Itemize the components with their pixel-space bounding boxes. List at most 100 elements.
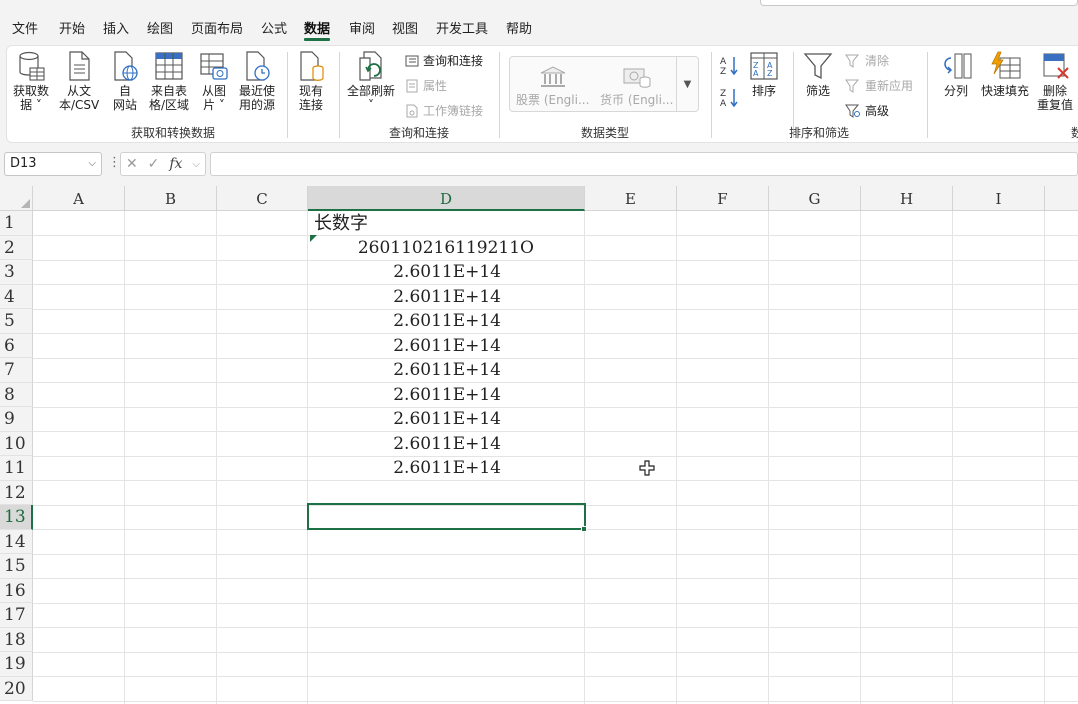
cell-d9[interactable]: 2.6011E+14 <box>308 407 501 431</box>
cell-d8[interactable]: 2.6011E+14 <box>308 383 501 407</box>
tab-insert[interactable]: 插入 <box>103 18 129 37</box>
insert-function-button[interactable]: fx <box>169 156 182 172</box>
data-types-more-button[interactable]: ▼ <box>676 57 698 111</box>
queries-connections-label: 查询和连接 <box>423 54 484 68</box>
formula-input[interactable] <box>210 152 1078 176</box>
worksheet-grid[interactable]: A B C D E F G H I 1 2 3 4 5 6 7 8 9 10 1… <box>0 186 1078 704</box>
advanced-filter-button[interactable]: 高级 <box>845 102 889 119</box>
existing-connections-button[interactable]: 现有 连接 <box>297 50 325 112</box>
refresh-all-button[interactable]: 全部刷新 ˅ <box>347 50 395 112</box>
column-header-b[interactable]: B <box>125 186 217 211</box>
flash-fill-label: 快速填充 <box>981 84 1030 98</box>
reapply-label: 重新应用 <box>865 79 914 93</box>
from-text-csv-button[interactable]: 从文 本/CSV <box>59 50 99 112</box>
from-table-label-2: 格/区域 <box>149 98 190 112</box>
row-header-6[interactable]: 6 <box>0 333 33 358</box>
row-header-19[interactable]: 19 <box>0 652 33 677</box>
chevron-down-icon[interactable]: ⌵ <box>88 153 96 175</box>
column-header-e[interactable]: E <box>585 186 677 211</box>
flash-fill-button[interactable]: 快速填充 <box>981 50 1029 98</box>
cell-d11[interactable]: 2.6011E+14 <box>308 456 501 480</box>
remove-duplicates-button[interactable]: 删除 重复值 <box>1037 50 1073 112</box>
fill-handle[interactable] <box>581 526 587 532</box>
tab-review[interactable]: 审阅 <box>349 18 375 37</box>
tab-data[interactable]: 数据 <box>304 18 330 37</box>
currencies-data-type[interactable]: 货币 (Engli... <box>600 65 673 108</box>
cell-d10[interactable]: 2.6011E+14 <box>308 432 501 456</box>
row-header-16[interactable]: 16 <box>0 578 33 603</box>
advanced-filter-label: 高级 <box>865 104 890 118</box>
row-header-12[interactable]: 12 <box>0 480 33 505</box>
name-box[interactable]: D13 ⌵ <box>4 152 102 176</box>
column-header-f[interactable]: F <box>677 186 769 211</box>
row-header-10[interactable]: 10 <box>0 431 33 456</box>
column-header-g[interactable]: G <box>769 186 861 211</box>
recent-sources-button[interactable]: 最近使 用的源 <box>239 50 275 112</box>
tab-developer[interactable]: 开发工具 <box>436 18 488 37</box>
column-header-i[interactable]: I <box>953 186 1045 211</box>
row-header-2[interactable]: 2 <box>0 235 33 260</box>
column-header-a[interactable]: A <box>33 186 125 211</box>
active-cell-d13[interactable] <box>307 503 586 530</box>
row-header-11[interactable]: 11 <box>0 456 33 481</box>
from-web-button[interactable]: 自 网站 <box>111 50 139 112</box>
from-table-range-button[interactable]: 来自表 格/区域 <box>149 50 189 112</box>
title-search-box[interactable] <box>760 0 1078 6</box>
row-header-5[interactable]: 5 <box>0 309 33 334</box>
cancel-entry-icon[interactable]: ✕ <box>126 156 138 172</box>
row-header-14[interactable]: 14 <box>0 529 33 554</box>
sort-a-z-button[interactable]: AZ <box>719 54 741 79</box>
select-all-button[interactable] <box>0 186 33 211</box>
row-header-15[interactable]: 15 <box>0 554 33 579</box>
column-header-h[interactable]: H <box>861 186 953 211</box>
row-header-18[interactable]: 18 <box>0 627 33 652</box>
svg-text:Z: Z <box>720 89 726 99</box>
sort-button[interactable]: ZA AZ 排序 <box>749 50 779 98</box>
column-header-d[interactable]: D <box>308 186 585 211</box>
refresh-all-caret: ˅ <box>368 98 374 112</box>
row-header-4[interactable]: 4 <box>0 284 33 309</box>
cell-d2[interactable]: 260110216119211O <box>308 236 534 260</box>
cell-d6[interactable]: 2.6011E+14 <box>308 334 501 358</box>
stocks-data-type[interactable]: 股票 (Engli... <box>516 65 589 108</box>
row-header-1[interactable]: 1 <box>0 211 33 236</box>
row-header-17[interactable]: 17 <box>0 603 33 628</box>
reapply-button[interactable]: 重新应用 <box>845 77 913 94</box>
properties-button[interactable]: 属性 <box>405 77 447 94</box>
cell-d7[interactable]: 2.6011E+14 <box>308 358 501 382</box>
row-header-3[interactable]: 3 <box>0 260 33 285</box>
cell-d3[interactable]: 2.6011E+14 <box>308 260 501 284</box>
refresh-all-label: 全部刷新 <box>347 84 396 98</box>
reapply-icon <box>845 79 860 93</box>
row-header-13[interactable]: 13 <box>0 505 33 530</box>
queries-connections-button[interactable]: 查询和连接 <box>405 52 483 69</box>
recent-sources-label-1: 最近使 <box>239 84 276 98</box>
tab-draw[interactable]: 绘图 <box>147 18 173 37</box>
grid-line <box>33 700 1078 702</box>
cell-d4[interactable]: 2.6011E+14 <box>308 285 501 309</box>
row-header-20[interactable]: 20 <box>0 676 33 701</box>
tab-formulas[interactable]: 公式 <box>261 18 287 37</box>
tab-view[interactable]: 视图 <box>392 18 418 37</box>
text-to-columns-button[interactable]: 分列 <box>939 50 973 98</box>
row-header-9[interactable]: 9 <box>0 407 33 432</box>
ribbon-separator <box>287 52 288 138</box>
workbook-links-button[interactable]: 工作簿链接 <box>405 102 483 119</box>
from-picture-button[interactable]: 从图 片 ˅ <box>199 50 229 112</box>
tab-file[interactable]: 文件 <box>12 18 38 37</box>
row-header-7[interactable]: 7 <box>0 358 33 383</box>
column-header-j[interactable] <box>1045 186 1078 211</box>
filter-button[interactable]: 筛选 <box>803 50 833 98</box>
row-header-8[interactable]: 8 <box>0 382 33 407</box>
confirm-entry-icon[interactable]: ✓ <box>148 156 160 172</box>
tab-help[interactable]: 帮助 <box>506 18 532 37</box>
clear-filter-button[interactable]: 清除 <box>845 52 889 69</box>
cell-d5[interactable]: 2.6011E+14 <box>308 309 501 333</box>
sort-z-a-button[interactable]: ZA <box>719 86 741 111</box>
cell-d1[interactable]: 长数字 <box>314 211 368 235</box>
get-data-button[interactable]: 获取数 据 ˅ <box>13 50 49 112</box>
column-header-c[interactable]: C <box>217 186 308 211</box>
chevron-down-icon[interactable]: ⌵ <box>192 159 200 170</box>
tab-page-layout[interactable]: 页面布局 <box>191 18 243 37</box>
tab-home[interactable]: 开始 <box>59 18 85 37</box>
